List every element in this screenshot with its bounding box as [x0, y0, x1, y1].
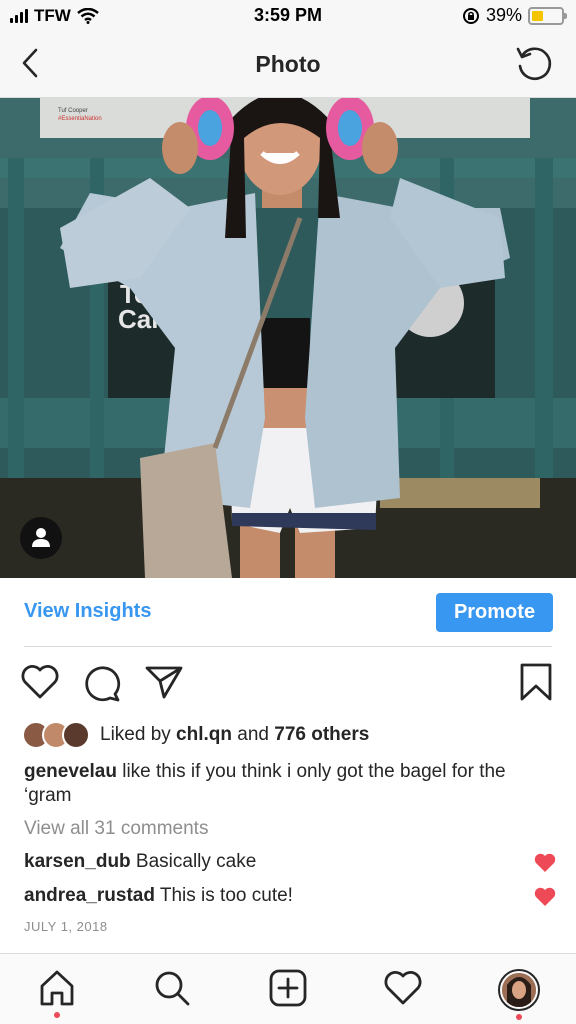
battery-icon [528, 6, 567, 25]
view-all-comments-link[interactable]: View all 31 comments [24, 818, 208, 840]
post-date: JULY 1, 2018 [24, 919, 108, 934]
comment-username[interactable]: andrea_rustad [24, 885, 155, 906]
home-notification-dot [54, 1012, 60, 1018]
page-title: Photo [255, 51, 321, 77]
orientation-lock-icon [462, 7, 479, 24]
view-insights-link[interactable]: View Insights [24, 600, 151, 623]
user-tag-button[interactable] [20, 517, 62, 559]
nav-bar: Photo [0, 32, 576, 98]
profile-avatar-tab[interactable] [498, 969, 540, 1011]
divider [24, 646, 552, 647]
sign-small-2: #EssentiaNation [58, 116, 102, 122]
likes-middle: and [232, 724, 275, 745]
comment-item: andrea_rustad This is too cute! [24, 885, 293, 907]
likes-others-count[interactable]: 776 others [274, 724, 369, 745]
comment-liked-heart-icon[interactable] [534, 853, 556, 873]
comment-liked-heart-icon[interactable] [534, 887, 556, 907]
liker-avatars [22, 721, 92, 749]
battery-area: 39% [462, 5, 567, 26]
liker-username[interactable]: chl.qn [176, 724, 232, 745]
status-bar: TFW 3:59 PM 39% [0, 0, 576, 32]
home-icon[interactable] [37, 968, 77, 1008]
avatar [502, 973, 536, 1007]
search-icon[interactable] [152, 968, 192, 1008]
likes-prefix: Liked by [100, 724, 177, 745]
comment-username[interactable]: karsen_dub [24, 851, 131, 872]
like-heart-icon[interactable] [20, 664, 60, 700]
comment-text: This is too cute! [154, 885, 293, 906]
avatar [62, 721, 90, 749]
caption-username[interactable]: genevelau [24, 761, 117, 782]
tab-bar [0, 953, 576, 1024]
likes-text: Liked by chl.qn and 776 others [100, 724, 369, 746]
profile-photo-illustration [502, 973, 536, 1007]
post-photo[interactable]: Tuf Cooper #EssentiaNation To F Cana [0, 98, 576, 578]
bookmark-save-icon[interactable] [518, 662, 554, 702]
share-direct-icon[interactable] [144, 664, 184, 700]
person-icon [32, 528, 50, 547]
comment-text: Basically cake [130, 851, 257, 872]
activity-heart-icon[interactable] [383, 968, 423, 1008]
photo-illustration: Tuf Cooper #EssentiaNation To F Cana [0, 98, 576, 578]
promote-button[interactable]: Promote [436, 593, 553, 632]
post-caption: genevelau like this if you think i only … [24, 760, 544, 808]
battery-fill [532, 10, 543, 21]
battery-percent: 39% [485, 5, 522, 25]
refresh-icon[interactable] [514, 44, 554, 84]
likes-summary[interactable]: Liked by chl.qn and 776 others [22, 720, 369, 750]
comment-item: karsen_dub Basically cake [24, 851, 256, 873]
comment-bubble-icon[interactable] [82, 664, 122, 702]
new-post-plus-icon[interactable] [268, 968, 308, 1008]
sign-small-1: Tuf Cooper [58, 108, 88, 114]
profile-notification-dot [516, 1014, 522, 1020]
